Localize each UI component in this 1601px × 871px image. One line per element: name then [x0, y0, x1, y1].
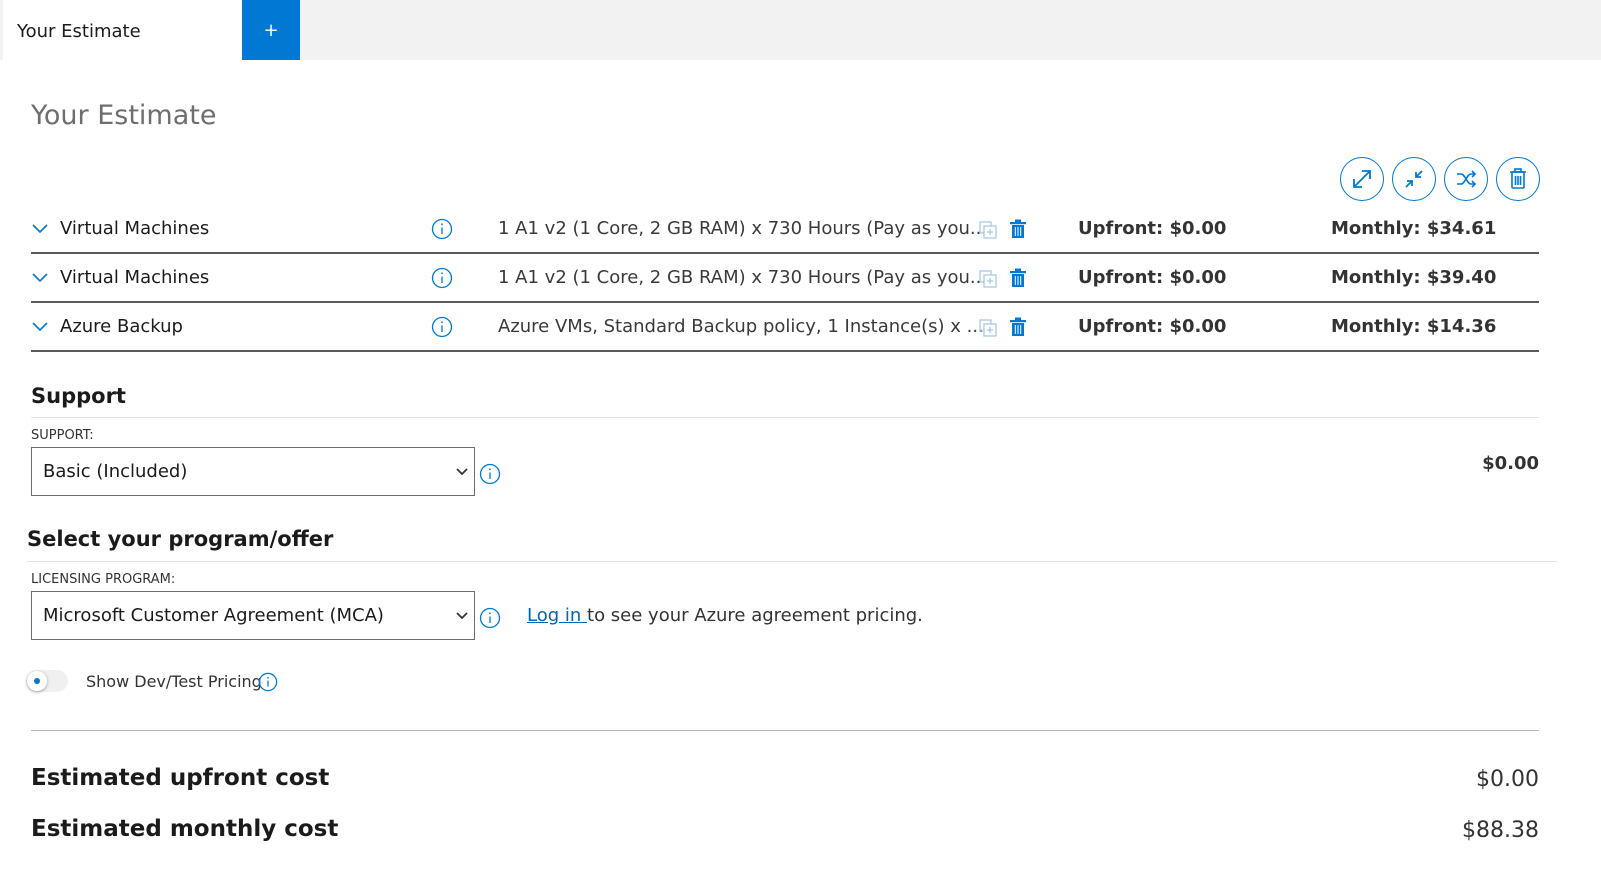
- chevron-down-icon[interactable]: [31, 220, 49, 238]
- support-info-icon[interactable]: [479, 463, 501, 485]
- reorder-button[interactable]: [1444, 157, 1488, 201]
- upfront-cost: Upfront: $0.00: [1078, 316, 1227, 337]
- login-link[interactable]: Log in: [527, 605, 587, 626]
- service-name: Virtual Machines: [60, 218, 210, 239]
- totals-divider: [31, 730, 1539, 731]
- chevron-down-icon: [456, 468, 468, 476]
- program-section-title: Select your program/offer: [27, 527, 334, 551]
- upfront-cost: Upfront: $0.00: [1078, 267, 1227, 288]
- copy-icon[interactable]: [979, 319, 997, 337]
- chevron-down-icon: [456, 612, 468, 620]
- monthly-cost: Monthly: $34.61: [1331, 218, 1497, 239]
- estimated-monthly-value: $88.38: [1462, 818, 1539, 843]
- estimate-row[interactable]: Virtual Machines 1 A1 v2 (1 Core, 2 GB R…: [31, 205, 1539, 254]
- service-name: Azure Backup: [60, 316, 183, 337]
- service-description: 1 A1 v2 (1 Core, 2 GB RAM) x 730 Hours (…: [498, 267, 988, 288]
- service-name: Virtual Machines: [60, 267, 210, 288]
- login-prompt: Log in to see your Azure agreement prici…: [527, 605, 923, 626]
- service-description: 1 A1 v2 (1 Core, 2 GB RAM) x 730 Hours (…: [498, 218, 988, 239]
- support-field-label: SUPPORT:: [31, 428, 94, 443]
- expand-all-button[interactable]: [1340, 157, 1384, 201]
- divider: [31, 417, 1539, 418]
- chevron-down-icon[interactable]: [31, 269, 49, 287]
- delete-all-button[interactable]: [1496, 157, 1540, 201]
- monthly-cost: Monthly: $39.40: [1331, 267, 1497, 288]
- login-prompt-text: to see your Azure agreement pricing.: [587, 605, 923, 626]
- copy-icon[interactable]: [979, 270, 997, 288]
- estimated-upfront-label: Estimated upfront cost: [31, 765, 330, 791]
- info-icon[interactable]: [431, 218, 453, 240]
- estimated-upfront-value: $0.00: [1476, 767, 1539, 792]
- estimate-toolbar: [1340, 157, 1540, 201]
- dev-test-label: Show Dev/Test Pricing: [86, 672, 262, 691]
- collapse-all-button[interactable]: [1392, 157, 1436, 201]
- support-price: $0.00: [1482, 453, 1539, 474]
- estimate-row[interactable]: Virtual Machines 1 A1 v2 (1 Core, 2 GB R…: [31, 254, 1539, 303]
- estimate-row[interactable]: Azure Backup Azure VMs, Standard Backup …: [31, 303, 1539, 352]
- collapse-icon: [1405, 170, 1423, 188]
- expand-icon: [1353, 170, 1371, 188]
- dev-test-toggle[interactable]: [26, 670, 68, 692]
- service-description: Azure VMs, Standard Backup policy, 1 Ins…: [498, 316, 984, 337]
- info-icon[interactable]: [431, 316, 453, 338]
- delete-icon[interactable]: [1010, 219, 1026, 239]
- add-estimate-button[interactable]: +: [242, 0, 300, 60]
- support-section-title: Support: [31, 384, 126, 408]
- dev-test-info-icon[interactable]: [258, 672, 278, 692]
- licensing-field-label: LICENSING PROGRAM:: [31, 572, 176, 587]
- trash-icon: [1510, 168, 1526, 189]
- shuffle-icon: [1457, 170, 1477, 188]
- licensing-info-icon[interactable]: [479, 607, 501, 629]
- chevron-down-icon[interactable]: [31, 318, 49, 336]
- tab-bar: Your Estimate +: [0, 0, 1601, 60]
- toggle-knob: [27, 671, 47, 691]
- page-title: Your Estimate: [31, 100, 217, 131]
- delete-icon[interactable]: [1010, 268, 1026, 288]
- support-select-value: Basic (Included): [43, 461, 188, 482]
- licensing-program-select[interactable]: Microsoft Customer Agreement (MCA): [31, 591, 475, 640]
- monthly-cost: Monthly: $14.36: [1331, 316, 1497, 337]
- support-select[interactable]: Basic (Included): [31, 447, 475, 496]
- divider: [27, 561, 1557, 562]
- delete-icon[interactable]: [1010, 317, 1026, 337]
- tab-your-estimate[interactable]: Your Estimate: [3, 0, 242, 60]
- estimated-monthly-label: Estimated monthly cost: [31, 816, 339, 842]
- licensing-select-value: Microsoft Customer Agreement (MCA): [43, 605, 384, 626]
- copy-icon[interactable]: [979, 221, 997, 239]
- upfront-cost: Upfront: $0.00: [1078, 218, 1227, 239]
- info-icon[interactable]: [431, 267, 453, 289]
